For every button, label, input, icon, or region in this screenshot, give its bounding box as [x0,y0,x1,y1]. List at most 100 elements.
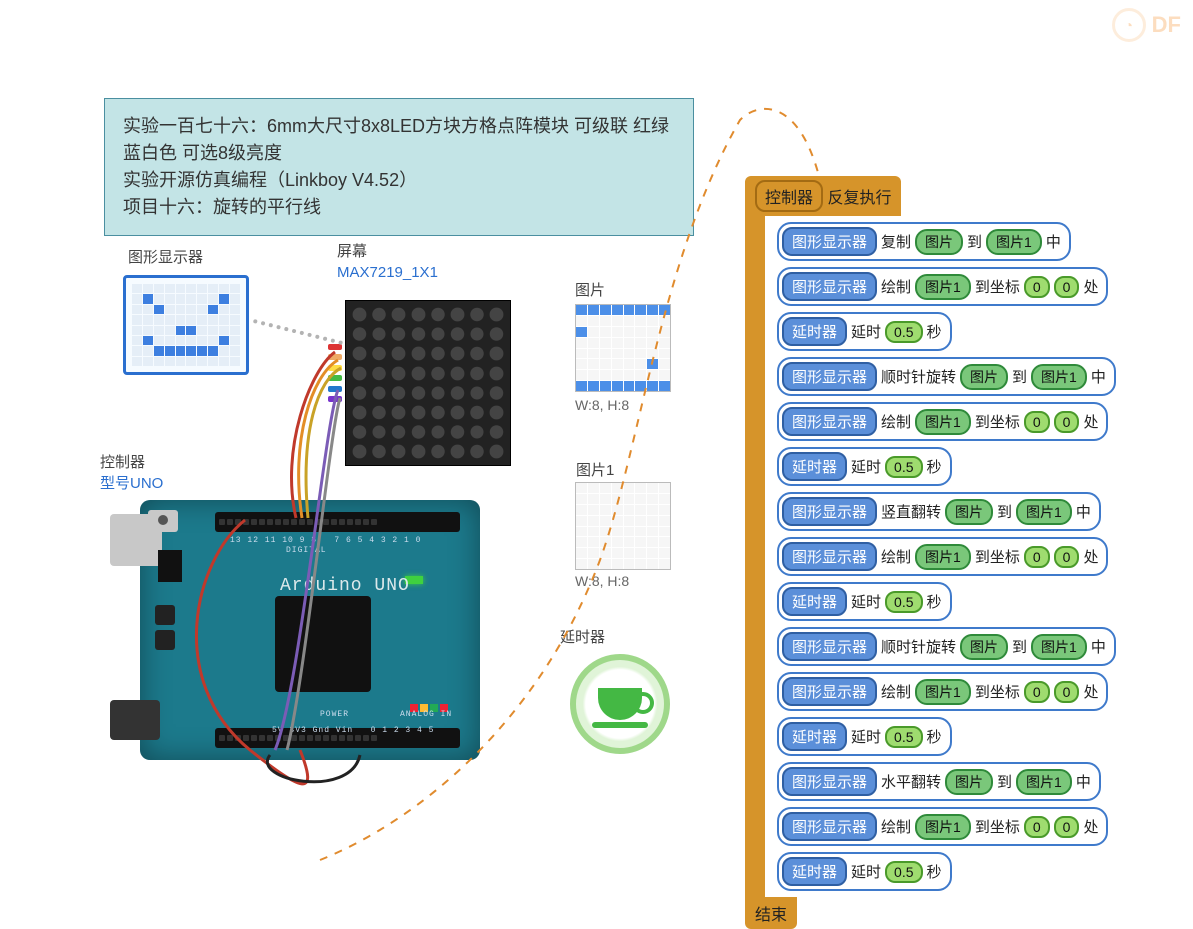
arg-y: 0 [1054,276,1080,298]
small-chip [158,550,182,582]
power-jack [110,700,160,740]
obj-timer: 延时器 [782,452,847,481]
block-statement[interactable]: 图形显示器 顺时针旋转 图片 到 图片1 中 [777,357,1116,396]
sprite-pic-caption: W:8, H:8 [575,397,629,413]
arg-seconds: 0.5 [885,591,922,613]
header-object: 控制器 [755,180,823,212]
arg-seconds: 0.5 [885,321,922,343]
label-pic: 图片 [575,280,605,301]
label-screen-model: MAX7219_1X1 [337,262,438,283]
section-analog: ANALOG IN [400,710,452,719]
block-statement[interactable]: 图形显示器 绘制 图片1 到坐标 00 处 [777,807,1108,846]
section-power: POWER [320,710,349,719]
arg-y: 0 [1054,681,1080,703]
block-statement[interactable]: 延时器 延时 0.5 秒 [777,312,952,351]
arduino-uno-board[interactable]: Arduino UNO 13 12 11 10 9 8 7 6 5 4 3 2 … [110,500,480,760]
info-line-3: 项目十六：旋转的平行线 [123,194,675,221]
mcu-chip [275,596,371,692]
block-statement[interactable]: 图形显示器 绘制 图片1 到坐标 00 处 [777,672,1108,711]
info-line-1: 实验一百七十六：6mm大尺寸8x8LED方块方格点阵模块 可级联 红绿蓝白色 可… [123,113,675,167]
block-statement[interactable]: 图形显示器 水平翻转 图片 到 图片1 中 [777,762,1101,801]
obj-display: 图形显示器 [782,362,877,391]
arg-seconds: 0.5 [885,456,922,478]
block-statement[interactable]: 延时器 延时 0.5 秒 [777,717,952,756]
block-statement[interactable]: 图形显示器 顺时针旋转 图片 到 图片1 中 [777,627,1116,666]
sprite-pic1-caption: W:8, H:8 [575,573,629,589]
led-header-pins [328,344,346,402]
arg-x: 0 [1024,411,1050,433]
arg-pic1: 图片1 [915,409,971,435]
arg-y: 0 [1054,546,1080,568]
label-screen-text: 屏幕 [337,241,438,262]
obj-display: 图形显示器 [782,272,877,301]
arg-pic1: 图片1 [915,814,971,840]
arg-pic1: 图片1 [915,679,971,705]
arg-pic1: 图片1 [1016,499,1072,525]
block-statement[interactable]: 图形显示器 绘制 图片1 到坐标 00 处 [777,267,1108,306]
ic-1 [155,605,175,625]
label-pic1: 图片1 [576,460,614,481]
obj-display: 图形显示器 [782,227,877,256]
block-footer[interactable]: 结束 [745,897,797,929]
arg-pic: 图片 [945,769,993,795]
experiment-info-box: 实验一百七十六：6mm大尺寸8x8LED方块方格点阵模块 可级联 红绿蓝白色 可… [104,98,694,236]
obj-timer: 延时器 [782,587,847,616]
obj-display: 图形显示器 [782,407,877,436]
digital-header [215,512,460,532]
arg-pic1: 图片1 [1031,634,1087,660]
obj-display: 图形显示器 [782,497,877,526]
arg-x: 0 [1024,546,1050,568]
obj-timer: 延时器 [782,857,847,886]
info-line-2: 实验开源仿真编程（Linkboy V4.52） [123,167,675,194]
block-statement[interactable]: 图形显示器 复制 图片 到 图片1 中 [777,222,1071,261]
arg-x: 0 [1024,816,1050,838]
section-digital: DIGITAL [286,546,327,555]
watermark: ◔ DF [1112,8,1181,42]
obj-display: 图形显示器 [782,677,877,706]
block-statement[interactable]: 延时器 延时 0.5 秒 [777,582,952,621]
arg-seconds: 0.5 [885,726,922,748]
arg-pic1: 图片1 [1016,769,1072,795]
graphic-display-icon[interactable] [123,275,249,375]
obj-display: 图形显示器 [782,767,877,796]
obj-display: 图形显示器 [782,542,877,571]
dotted-link [253,319,343,345]
header-action: 反复执行 [827,184,891,208]
reset-button[interactable] [148,510,178,532]
arg-pic1: 图片1 [1031,364,1087,390]
sprite-pic[interactable] [575,304,671,392]
block-statement[interactable]: 图形显示器 绘制 图片1 到坐标 00 处 [777,402,1108,441]
ic-2 [155,630,175,650]
label-graphic-display-text: 图形显示器 [128,247,203,268]
obj-display: 图形显示器 [782,812,877,841]
arg-pic: 图片 [915,229,963,255]
arg-seconds: 0.5 [885,861,922,883]
board-name: Arduino UNO [280,576,410,596]
block-statement[interactable]: 延时器 延时 0.5 秒 [777,447,952,486]
timer-icon[interactable] [570,654,670,754]
coffee-cup-icon [598,688,642,720]
arg-y: 0 [1054,411,1080,433]
arg-pic: 图片 [960,364,1008,390]
arg-pic1: 图片1 [915,274,971,300]
arg-pic1: 图片1 [986,229,1042,255]
obj-display: 图形显示器 [782,632,877,661]
block-header[interactable]: 控制器 反复执行 [745,176,901,216]
obj-timer: 延时器 [782,317,847,346]
pin-labels-power: 5V 3V3 Gnd Vin 0 1 2 3 4 5 [272,726,434,735]
block-statement[interactable]: 延时器 延时 0.5 秒 [777,852,952,891]
sprite-pic1[interactable] [575,482,671,570]
label-screen: 屏幕 MAX7219_1X1 [337,241,438,283]
arg-pic1: 图片1 [915,544,971,570]
arg-x: 0 [1024,681,1050,703]
block-program[interactable]: 控制器 反复执行 图形显示器 复制 图片 到 图片1 中图形显示器 绘制 图片1… [745,176,1116,929]
watermark-text: DF [1152,12,1181,38]
block-statement[interactable]: 图形显示器 竖直翻转 图片 到 图片1 中 [777,492,1101,531]
label-graphic-display: 图形显示器 [128,247,203,268]
block-body: 图形显示器 复制 图片 到 图片1 中图形显示器 绘制 图片1 到坐标 00 处… [745,216,1116,897]
led-matrix-module[interactable] [345,300,511,466]
obj-timer: 延时器 [782,722,847,751]
arg-y: 0 [1054,816,1080,838]
watermark-icon: ◔ [1112,8,1146,42]
block-statement[interactable]: 图形显示器 绘制 图片1 到坐标 00 处 [777,537,1108,576]
